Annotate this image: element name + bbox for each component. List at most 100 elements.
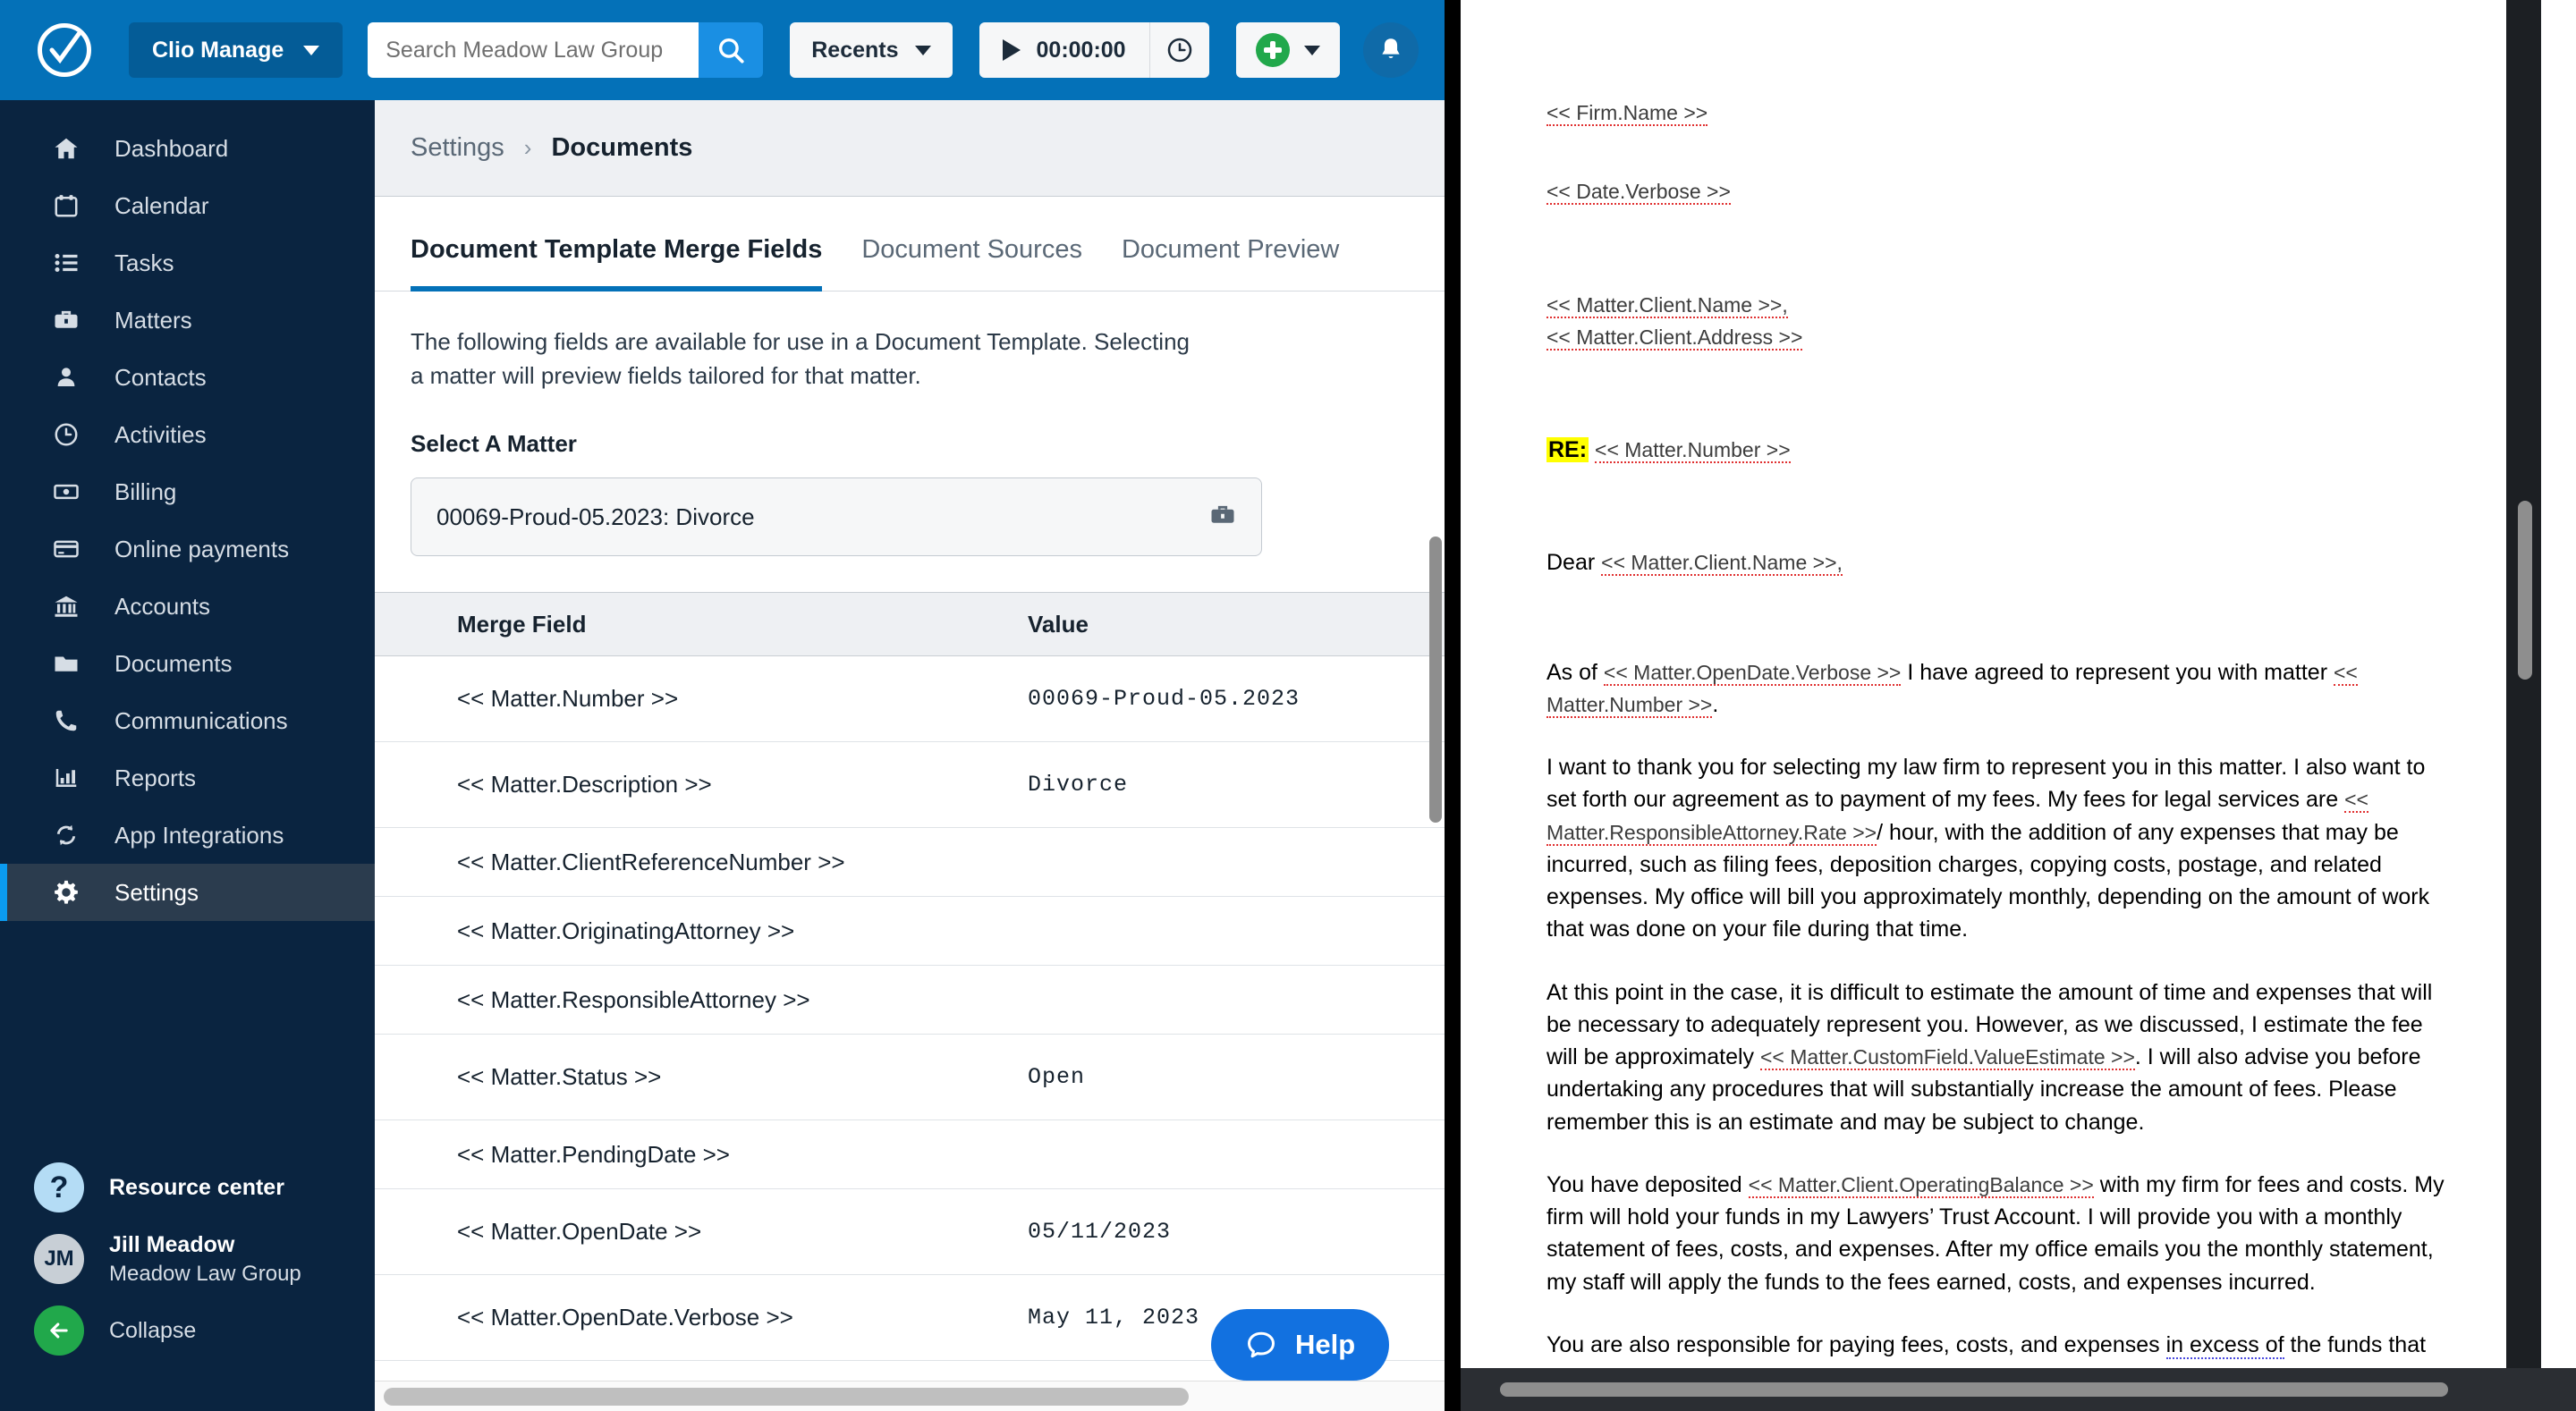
merge-field-value: Open	[1028, 1064, 1086, 1091]
re-label-highlight: RE:	[1546, 437, 1589, 462]
recents-label: Recents	[811, 37, 899, 63]
merge-token: << Date.Verbose >>	[1546, 180, 1731, 206]
sidebar-item-contacts[interactable]: Contacts	[0, 349, 375, 406]
table-row[interactable]: << Matter.PendingDate >>	[375, 1120, 1445, 1190]
breadcrumb-parent-link[interactable]: Settings	[411, 133, 504, 163]
timer-start-button[interactable]: 00:00:00	[979, 22, 1150, 78]
sidebar-item-tasks[interactable]: Tasks	[0, 234, 375, 291]
table-row[interactable]: << Matter.Description >> Divorce	[375, 742, 1445, 829]
notifications-button[interactable]	[1362, 22, 1419, 78]
sidebar-item-label: Communications	[114, 706, 288, 734]
tab-document-preview[interactable]: Document Preview	[1122, 235, 1339, 291]
document-paragraph: At this point in the case, it is difficu…	[1546, 976, 2455, 1138]
intro-text: The following fields are available for u…	[411, 328, 1190, 389]
merge-field-name: << Matter.OpenDate >>	[457, 1218, 702, 1246]
document-content: << Firm.Name >> << Date.Verbose >> << Ma…	[1461, 0, 2541, 1411]
doc-firm-name: << Firm.Name >>	[1546, 97, 2455, 129]
sidebar-item-billing[interactable]: Billing	[0, 463, 375, 520]
collapse-sidebar-button[interactable]: Collapse	[0, 1297, 375, 1365]
sidebar-item-reports[interactable]: Reports	[0, 749, 375, 807]
column-header-value: Value	[1028, 610, 1089, 638]
sidebar-item-list: Dashboard Calendar Tasks Matters Contact…	[0, 100, 375, 921]
table-row[interactable]: << Matter.ClientReferenceNumber >>	[375, 828, 1445, 898]
sidebar-item-documents[interactable]: Documents	[0, 635, 375, 692]
doc-date-verbose: << Date.Verbose >>	[1546, 175, 2455, 207]
plus-circle-icon	[1255, 33, 1290, 67]
sidebar-item-settings[interactable]: Settings	[0, 864, 375, 921]
timer-value: 00:00:00	[1036, 37, 1126, 63]
merge-token: << Matter.Client.Name >>,	[1546, 292, 1788, 318]
clio-logo[interactable]	[0, 23, 129, 77]
sidebar-item-label: Activities	[114, 420, 207, 448]
paragraph-text: .	[1712, 691, 1719, 717]
help-label: Help	[1295, 1329, 1356, 1360]
scrollbar-thumb[interactable]	[384, 1388, 1189, 1406]
doc-client-name: << Matter.Client.Name >>,	[1546, 289, 2455, 321]
briefcase-icon	[52, 307, 80, 334]
main-horizontal-scrollbar[interactable]	[375, 1381, 1445, 1411]
table-row[interactable]: << Matter.OriginatingAttorney >>	[375, 897, 1445, 967]
arrow-left-icon	[34, 1305, 84, 1356]
clio-manage-label: Clio Manage	[152, 37, 284, 63]
clio-manage-dropdown[interactable]: Clio Manage	[129, 22, 343, 78]
calendar-icon	[52, 192, 80, 219]
paragraph-text: You are also responsible for paying fees…	[1546, 1331, 2166, 1357]
sidebar-footer: ? Resource center JM Jill Meadow Meadow …	[0, 1153, 375, 1411]
table-row[interactable]: << Matter.Status >> Open	[375, 1035, 1445, 1121]
sidebar-item-matters[interactable]: Matters	[0, 291, 375, 349]
document-vertical-scrollbar[interactable]	[2518, 501, 2532, 680]
sidebar-item-label: Reports	[114, 764, 197, 791]
sidebar-item-label: Dashboard	[114, 134, 229, 162]
sidebar-item-online-payments[interactable]: Online payments	[0, 520, 375, 578]
table-row[interactable]: << Matter.ResponsibleAttorney >>	[375, 966, 1445, 1035]
resource-center-label: Resource center	[109, 1174, 284, 1200]
merge-token: << Matter.Number >>	[1595, 438, 1791, 463]
tab-document-sources[interactable]: Document Sources	[861, 235, 1082, 291]
sidebar-item-app-integrations[interactable]: App Integrations	[0, 807, 375, 864]
avatar: JM	[34, 1234, 84, 1285]
merge-fields-table: Merge Field Value << Matter.Number >> 00…	[375, 592, 1445, 1411]
help-button[interactable]: Help	[1211, 1309, 1390, 1381]
scrollbar-thumb[interactable]	[1500, 1382, 2448, 1397]
clio-app-region: Clio Manage Recents 00:0	[0, 0, 1445, 1411]
sidebar-item-calendar[interactable]: Calendar	[0, 177, 375, 234]
main-vertical-scrollbar[interactable]	[1429, 537, 1442, 823]
bank-icon	[52, 593, 80, 620]
breadcrumb: Settings › Documents	[375, 100, 1445, 197]
timer-history-button[interactable]	[1150, 22, 1209, 78]
document-horizontal-scrollbar[interactable]	[1461, 1368, 2576, 1411]
search-input[interactable]	[368, 22, 699, 78]
sidebar-item-accounts[interactable]: Accounts	[0, 578, 375, 635]
table-row[interactable]: << Matter.OpenDate >> 05/11/2023	[375, 1189, 1445, 1276]
clock-icon	[1167, 38, 1191, 63]
folder-icon	[52, 650, 80, 677]
recents-dropdown[interactable]: Recents	[790, 22, 953, 78]
quick-add-dropdown[interactable]	[1235, 22, 1340, 78]
selected-matter-value: 00069-Proud-05.2023: Divorce	[436, 503, 755, 530]
user-name: Jill Meadow	[109, 1232, 235, 1258]
question-mark-icon: ?	[34, 1162, 84, 1213]
merge-field-name: << Matter.Description >>	[457, 771, 712, 798]
document-paragraph: You have deposited << Matter.Client.Oper…	[1546, 1169, 2455, 1298]
matter-select-field[interactable]: 00069-Proud-05.2023: Divorce	[411, 477, 1262, 557]
resource-center-button[interactable]: ? Resource center	[0, 1153, 375, 1221]
user-profile-button[interactable]: JM Jill Meadow Meadow Law Group	[0, 1221, 375, 1297]
merge-token: << Matter.Client.OperatingBalance >>	[1748, 1172, 2094, 1198]
home-icon	[52, 135, 80, 162]
search-button[interactable]	[699, 22, 764, 78]
panel-divider	[1445, 0, 1461, 1411]
sidebar-item-activities[interactable]: Activities	[0, 406, 375, 463]
tab-document-template-merge-fields[interactable]: Document Template Merge Fields	[411, 235, 823, 291]
table-row[interactable]: << Matter.Number >> 00069-Proud-05.2023	[375, 656, 1445, 743]
chevron-right-icon: ›	[523, 134, 532, 161]
sidebar-item-label: Billing	[114, 477, 177, 505]
main-content-area: Settings › Documents Document Template M…	[375, 100, 1445, 1411]
sidebar-item-communications[interactable]: Communications	[0, 692, 375, 749]
merge-field-name: << Matter.Status >>	[457, 1063, 662, 1091]
play-icon	[1002, 39, 1021, 61]
sidebar-item-dashboard[interactable]: Dashboard	[0, 120, 375, 177]
sidebar-item-label: Accounts	[114, 592, 210, 620]
paragraph-text: As of	[1546, 659, 1604, 685]
